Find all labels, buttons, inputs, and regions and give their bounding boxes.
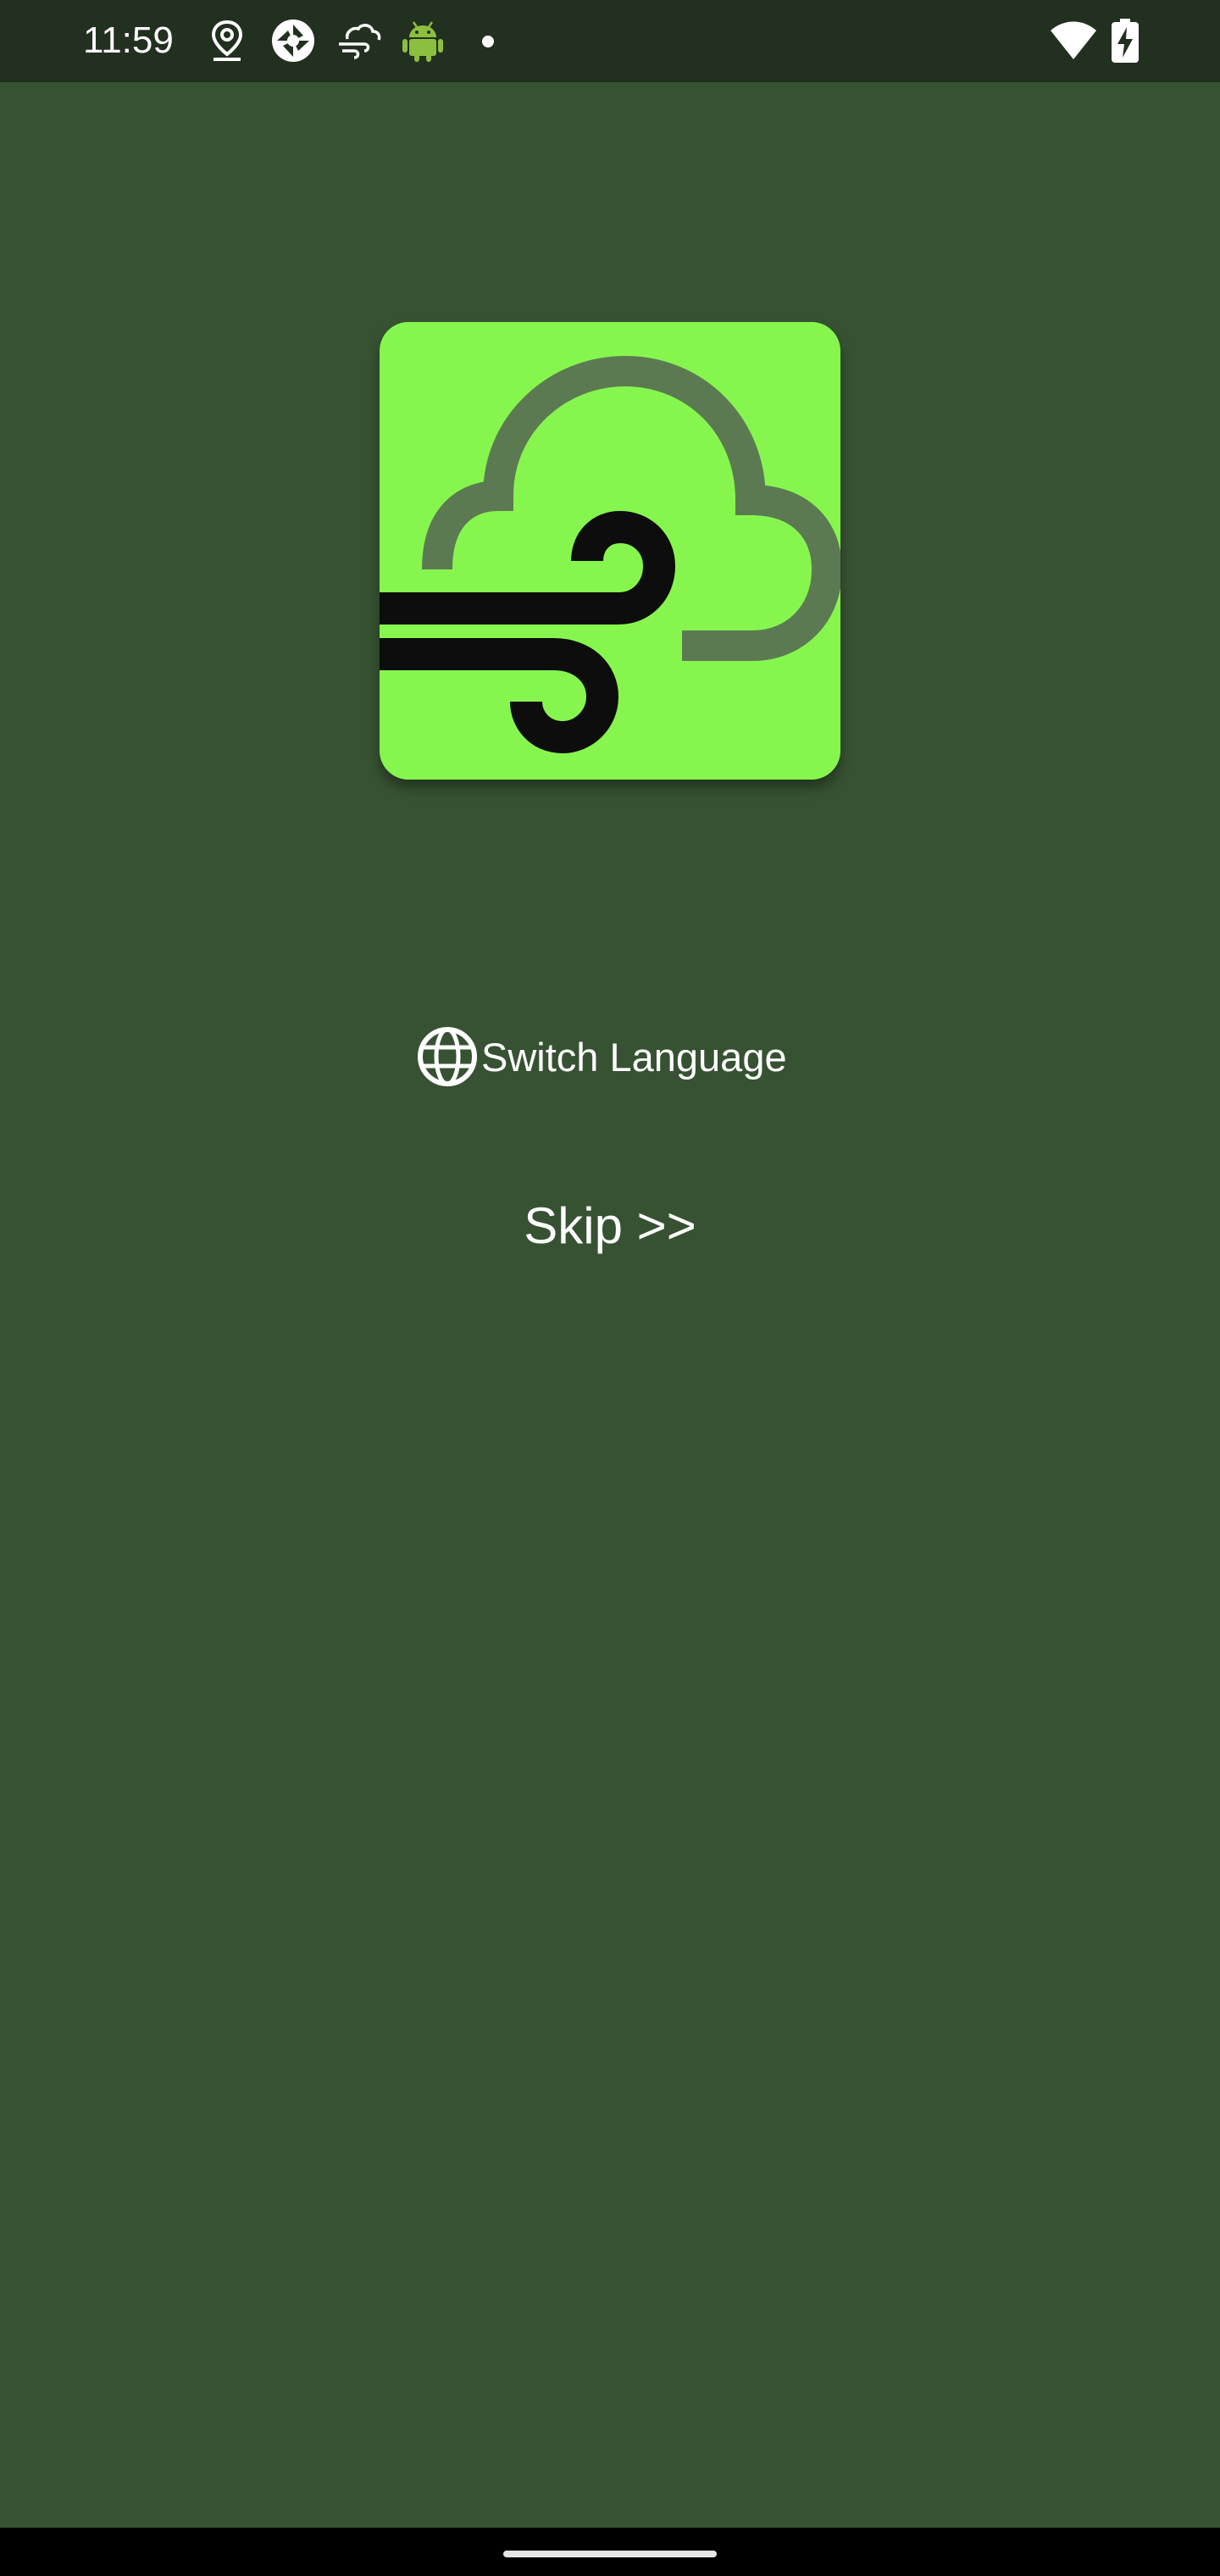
wifi-icon (1051, 21, 1096, 59)
navigation-bar (0, 2528, 1220, 2576)
android-icon (402, 21, 443, 62)
app-logo (380, 322, 840, 780)
camera-shutter-icon (272, 19, 314, 62)
status-time: 11:59 (83, 19, 174, 61)
weather-wind-icon (339, 24, 381, 59)
globe-icon (418, 1027, 477, 1086)
skip-button[interactable]: Skip >> (474, 1191, 746, 1262)
status-bar: 11:59 (0, 0, 1220, 82)
home-gesture-handle[interactable] (503, 2551, 717, 2557)
wind-cloud-logo-icon (380, 355, 840, 754)
switch-language-label: Switch Language (481, 1034, 787, 1080)
location-icon (211, 19, 243, 61)
notification-dot-icon (482, 36, 494, 47)
battery-charging-icon (1112, 19, 1139, 63)
switch-language-button[interactable]: Switch Language (415, 1021, 813, 1092)
splash-screen: 11:59 Switch Language Skip >> (0, 0, 1220, 2576)
